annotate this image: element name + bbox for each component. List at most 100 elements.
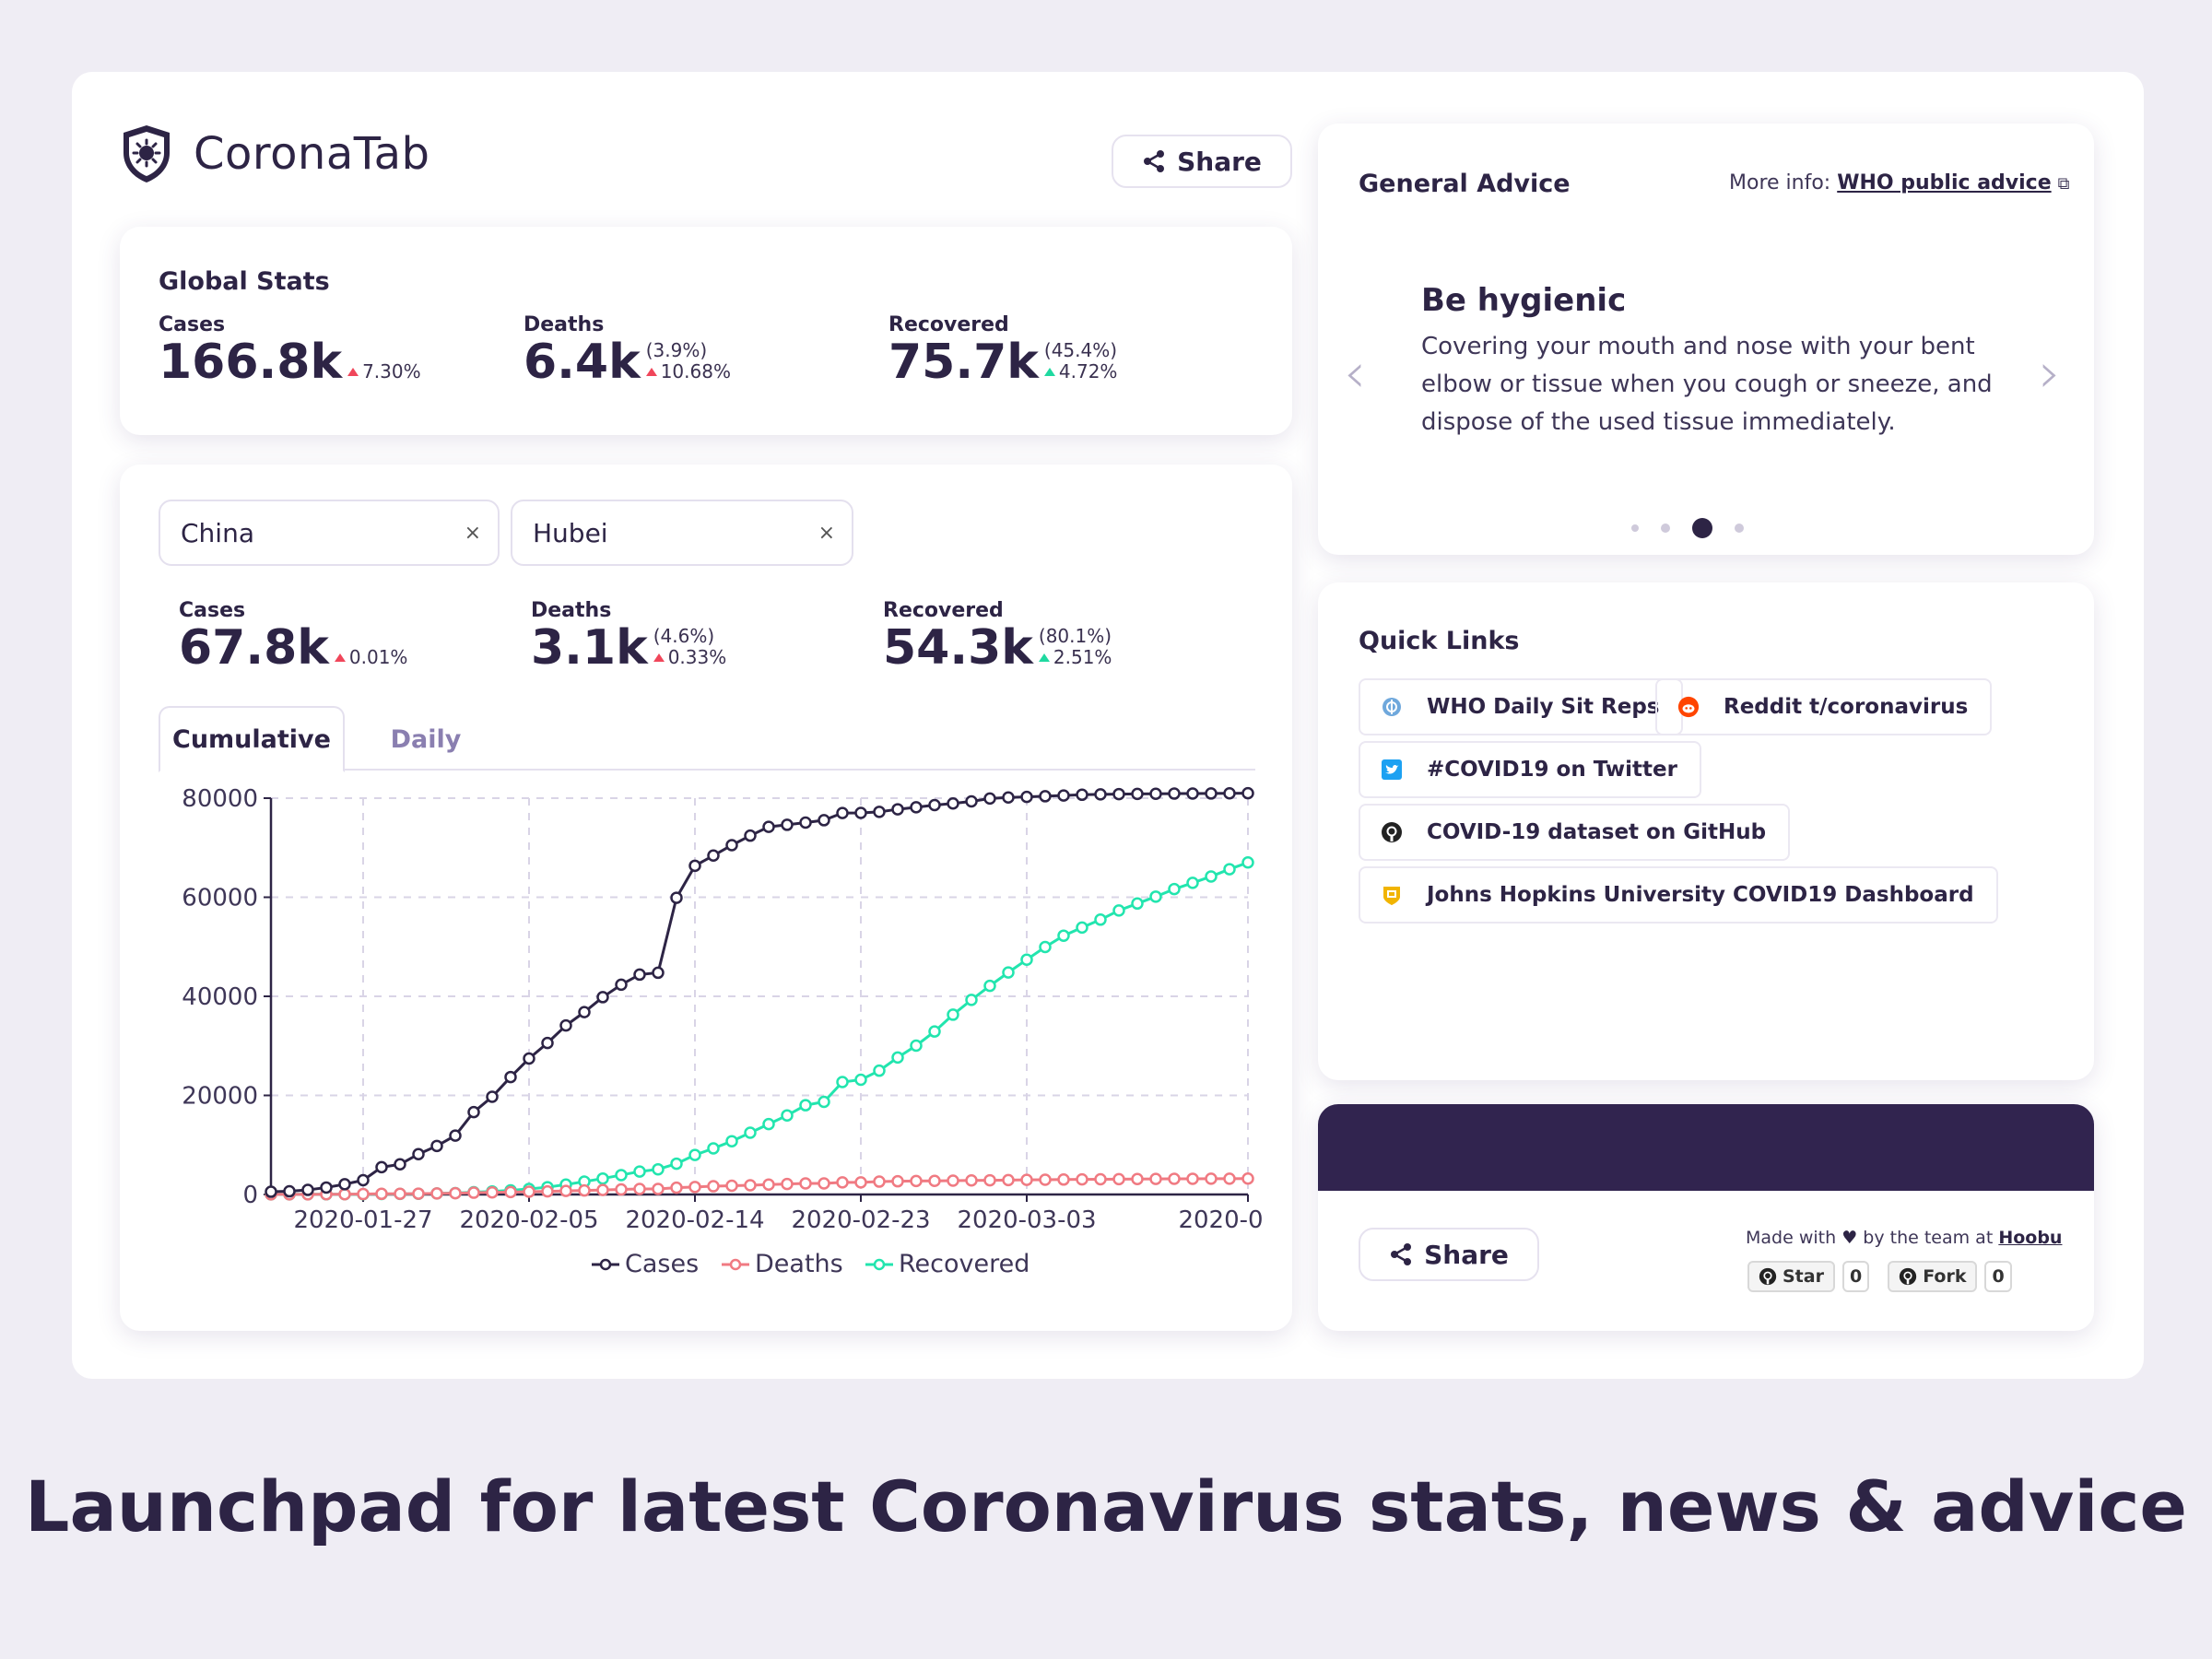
data-point — [670, 891, 683, 904]
advice-title: General Advice — [1359, 170, 1571, 198]
data-point — [633, 1165, 646, 1178]
who-advice-link[interactable]: WHO public advice — [1837, 171, 2051, 194]
share-button[interactable]: Share — [1112, 135, 1292, 188]
data-point — [1057, 789, 1070, 802]
stat-change: 4.72% — [1058, 360, 1118, 382]
carousel-dot[interactable] — [1692, 518, 1712, 538]
brand[interactable]: CoronaTab — [120, 124, 430, 184]
region-recovered-stat: Recovered 54.3k (80.1%) 2.51% — [883, 599, 1112, 672]
quick-link-github[interactable]: COVID-19 dataset on GitHub — [1359, 804, 1791, 861]
data-point — [836, 1076, 849, 1088]
hoobu-link[interactable]: Hoobu — [1998, 1228, 2062, 1248]
clear-province-icon[interactable]: × — [818, 522, 835, 545]
region-cases-stat: Cases 67.8k 0.01% — [179, 599, 407, 672]
github-star-button[interactable]: Star — [1747, 1261, 1835, 1292]
stat-change: 0.33% — [667, 646, 727, 668]
data-point — [983, 792, 996, 806]
heart-icon: ♥ — [1841, 1228, 1858, 1248]
carousel-dot[interactable] — [1735, 524, 1744, 533]
series-line-cases — [270, 792, 1249, 1194]
fork-label: Fork — [1923, 1266, 1967, 1287]
external-link-icon: ⧉ — [2057, 174, 2070, 194]
stat-value: 6.4k — [524, 335, 641, 390]
data-point — [1039, 940, 1052, 954]
cases-chart: 0 20000 40000 60000 80000 2020-01-27 2020-02-0… — [182, 785, 1265, 1278]
data-point — [615, 978, 628, 992]
quick-link-label: #COVID19 on Twitter — [1427, 758, 1677, 782]
data-point — [1149, 890, 1162, 903]
data-point — [1186, 877, 1199, 889]
data-point — [873, 806, 886, 818]
carousel-prev-icon[interactable]: ‹ — [1344, 341, 1366, 406]
data-point — [762, 1117, 775, 1131]
footer-share-button[interactable]: Share — [1359, 1228, 1539, 1281]
quick-link-jhu[interactable]: Johns Hopkins University COVID19 Dashboa… — [1359, 866, 1998, 924]
github-fork-button[interactable]: Fork — [1888, 1261, 1978, 1292]
data-point — [1223, 786, 1236, 800]
data-point — [1241, 786, 1254, 800]
data-point — [633, 1182, 646, 1195]
data-point — [781, 1109, 794, 1122]
data-point — [615, 1182, 628, 1196]
x-tick-label: 2020-02-05 — [459, 1206, 598, 1234]
data-point — [910, 1174, 923, 1188]
quick-link-who[interactable]: WHO Daily Sit Reps — [1359, 678, 1684, 735]
data-point — [1131, 897, 1144, 911]
github-icon — [1381, 821, 1403, 843]
stat-value: 166.8k — [159, 335, 343, 390]
data-point — [1241, 1172, 1254, 1185]
stat-value: 67.8k — [179, 620, 329, 676]
github-icon — [1759, 1267, 1777, 1286]
clear-country-icon[interactable]: × — [465, 522, 481, 545]
country-select[interactable]: China × — [159, 500, 500, 566]
shield-virus-icon — [124, 125, 170, 182]
legend-marker — [599, 1258, 612, 1271]
carousel-dot[interactable] — [1661, 524, 1670, 533]
x-tick-label: 2020-03-03 — [957, 1206, 1096, 1234]
quick-link-label: WHO Daily Sit Reps — [1427, 695, 1660, 719]
data-point — [394, 1158, 406, 1171]
share-label: Share — [1177, 146, 1262, 177]
legend-label: Deaths — [755, 1250, 843, 1278]
data-point — [430, 1139, 443, 1153]
data-point — [818, 1095, 830, 1109]
data-point — [928, 1174, 941, 1187]
data-point — [541, 1036, 554, 1050]
data-point — [818, 814, 830, 827]
data-point — [412, 1187, 425, 1200]
data-point — [965, 994, 978, 1006]
carousel-dot[interactable] — [1631, 524, 1639, 532]
footer-share-label: Share — [1424, 1239, 1509, 1270]
data-point — [873, 1175, 886, 1188]
data-point — [1020, 1173, 1033, 1186]
chart-tabs: Cumulative Daily — [159, 706, 1255, 772]
province-select[interactable]: Hubei × — [511, 500, 853, 566]
tab-cumulative[interactable]: Cumulative — [159, 706, 345, 772]
global-deaths-stat: Deaths 6.4k (3.9%) 10.68% — [524, 313, 731, 386]
carousel-next-icon[interactable]: › — [2039, 341, 2061, 406]
advice-slide-body: Covering your mouth and nose with your b… — [1421, 333, 1993, 436]
data-point — [1002, 966, 1015, 979]
data-point — [338, 1178, 351, 1191]
stat-label: Cases — [159, 313, 226, 336]
quick-link-twitter[interactable]: #COVID19 on Twitter — [1359, 741, 1701, 798]
data-point — [430, 1187, 443, 1200]
data-point — [357, 1173, 370, 1187]
data-point — [394, 1187, 406, 1201]
data-point — [744, 1179, 757, 1192]
data-point — [301, 1183, 314, 1196]
global-stats-title: Global Stats — [159, 267, 330, 296]
data-point — [688, 859, 701, 873]
data-point — [578, 1183, 591, 1197]
data-point — [762, 820, 775, 833]
data-point — [947, 1008, 959, 1021]
y-tick-label: 40000 — [182, 983, 258, 1011]
data-point — [836, 806, 849, 819]
data-point — [707, 1142, 720, 1155]
made-with-suffix: by the team at — [1863, 1228, 1994, 1248]
data-point — [1112, 787, 1125, 801]
tab-daily[interactable]: Daily — [371, 706, 481, 772]
data-point — [375, 1160, 388, 1174]
quick-link-reddit[interactable]: Reddit t/coronavirus — [1655, 678, 1993, 735]
data-point — [725, 1135, 738, 1147]
